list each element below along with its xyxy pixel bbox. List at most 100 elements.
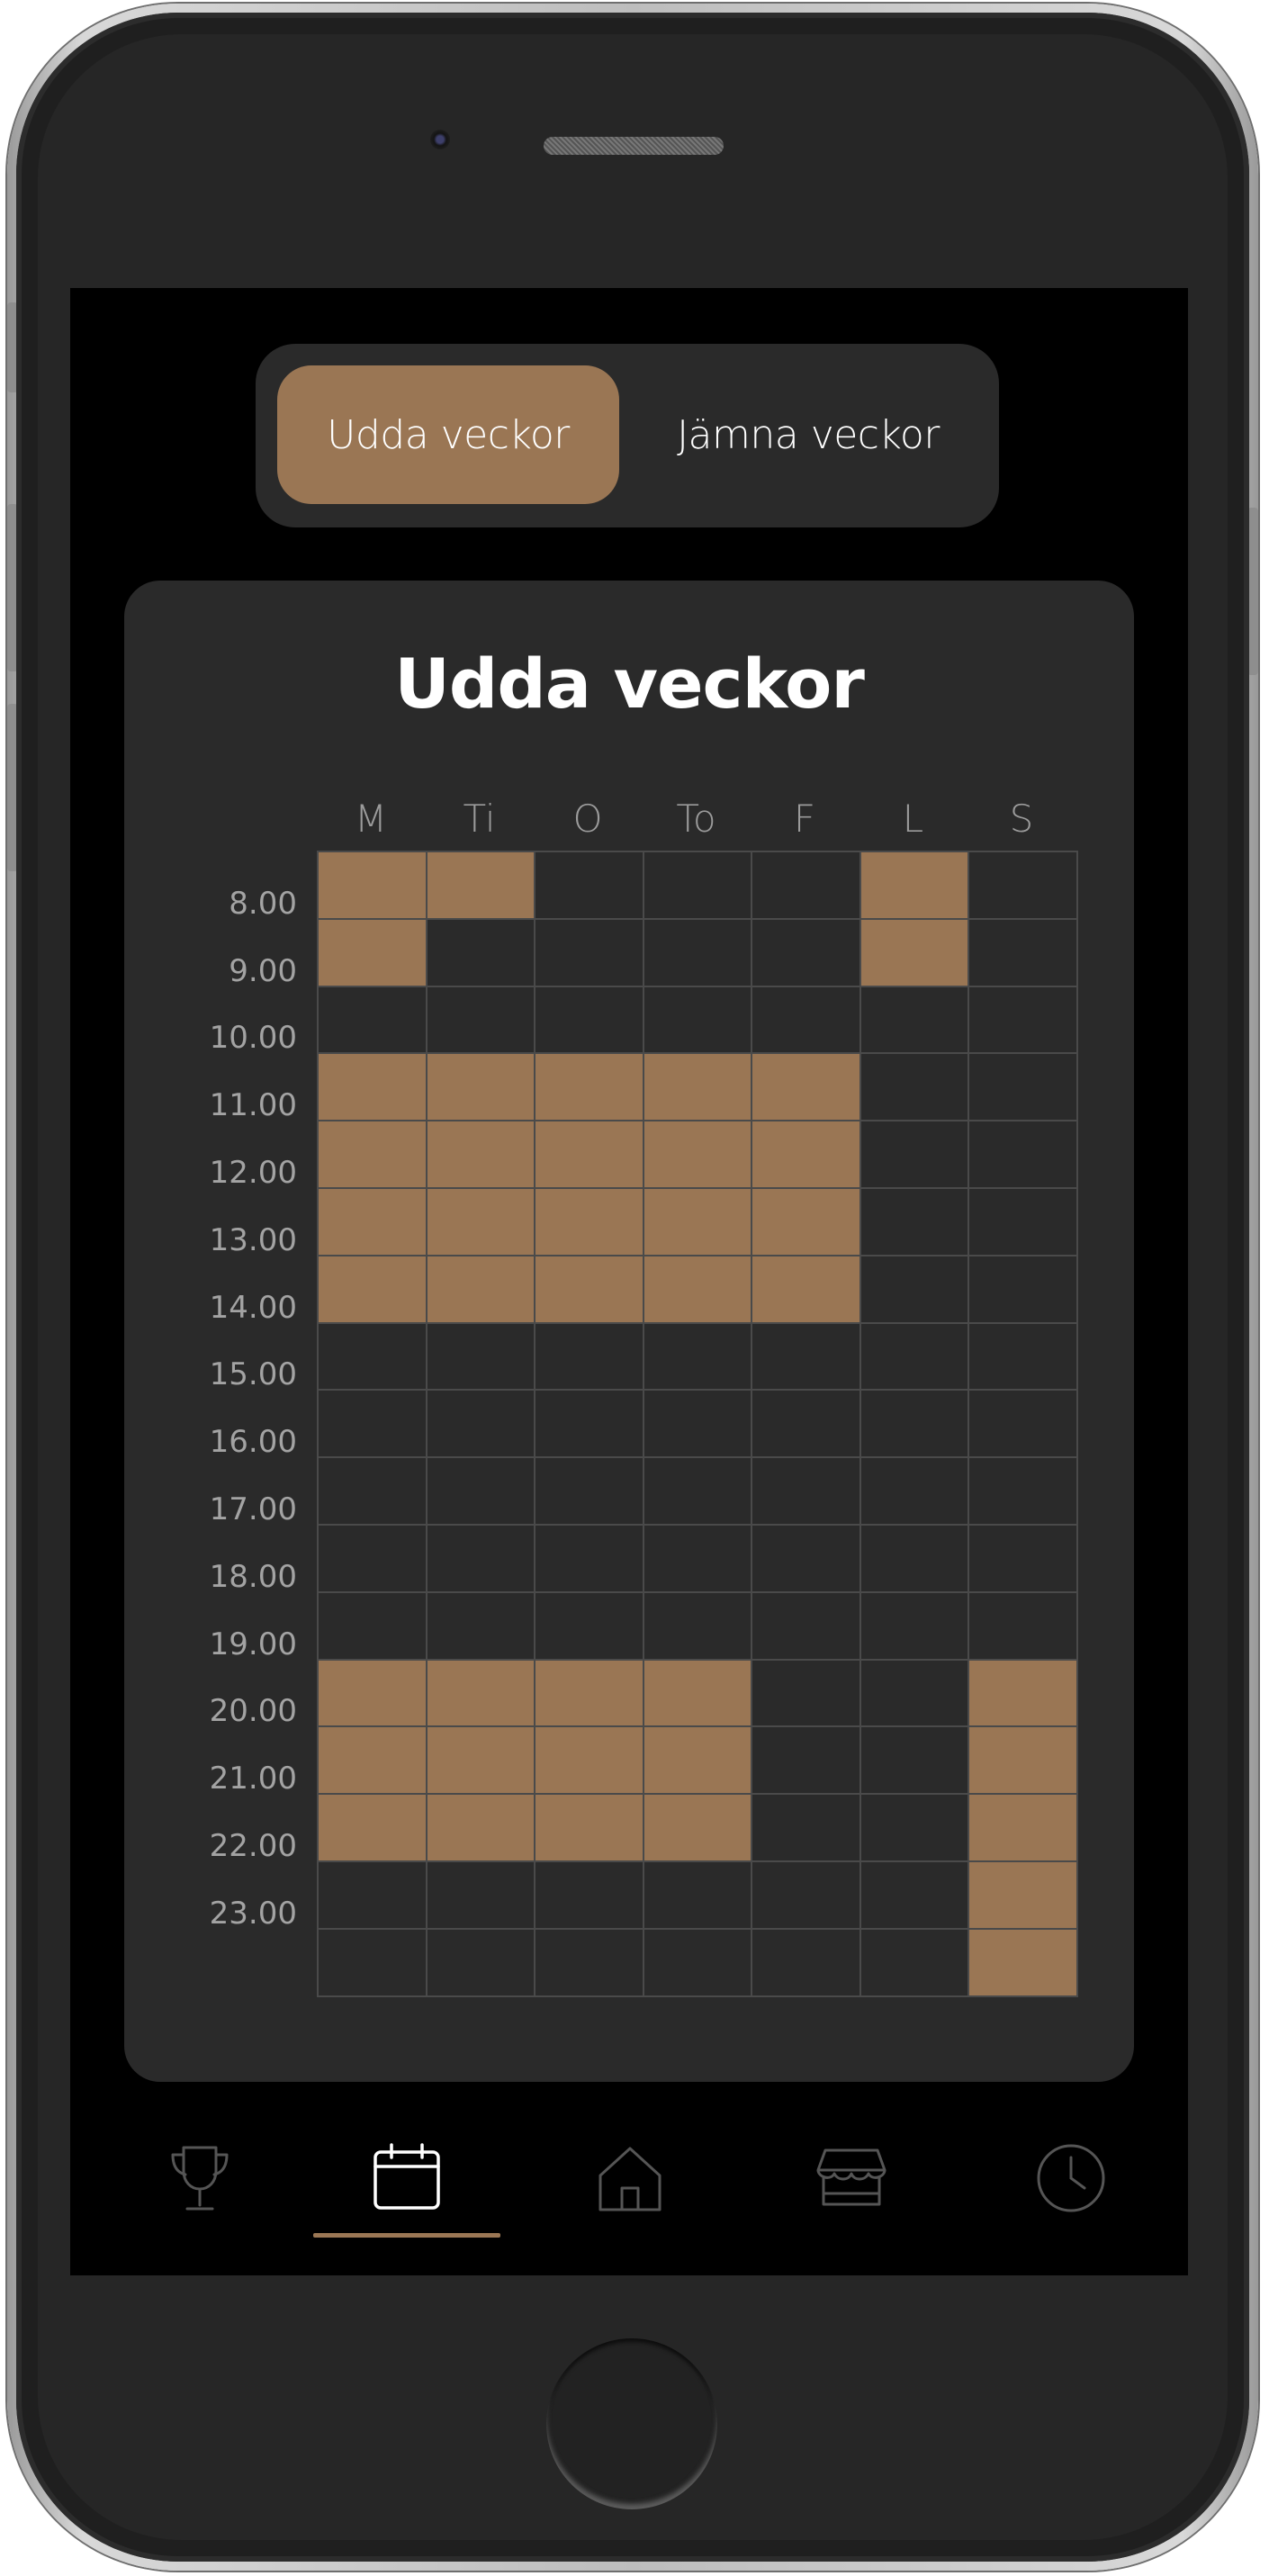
schedule-cell[interactable] [534,1456,644,1526]
schedule-cell[interactable] [751,1860,861,1930]
schedule-cell[interactable] [751,1389,861,1459]
schedule-cell-booked[interactable] [317,1120,428,1189]
schedule-cell[interactable] [859,1927,969,1997]
schedule-cell[interactable] [642,1927,752,1997]
schedule-cell[interactable] [968,1254,1078,1324]
schedule-cell[interactable] [968,1120,1078,1189]
schedule-cell[interactable] [968,917,1078,987]
schedule-cell[interactable] [317,1456,428,1526]
schedule-cell[interactable] [859,1793,969,1862]
schedule-cell[interactable] [859,1860,969,1930]
schedule-cell-booked[interactable] [642,1254,752,1324]
schedule-cell[interactable] [534,1321,644,1392]
schedule-cell[interactable] [534,917,644,987]
schedule-cell-booked[interactable] [425,851,536,920]
schedule-cell[interactable] [642,1389,752,1459]
schedule-cell[interactable] [968,1590,1078,1661]
schedule-cell-booked[interactable] [751,1120,861,1189]
schedule-cell[interactable] [859,1524,969,1593]
schedule-cell[interactable] [317,1321,428,1392]
schedule-cell-booked[interactable] [317,851,428,920]
schedule-cell[interactable] [751,1793,861,1862]
schedule-cell-booked[interactable] [968,1658,1078,1728]
schedule-cell[interactable] [968,1389,1078,1459]
schedule-cell-booked[interactable] [534,1725,644,1796]
schedule-cell[interactable] [642,1590,752,1661]
schedule-cell-booked[interactable] [751,1187,861,1256]
schedule-cell-booked[interactable] [425,1187,536,1256]
schedule-cell[interactable] [425,985,536,1055]
schedule-cell[interactable] [968,1524,1078,1593]
schedule-cell-booked[interactable] [642,1658,752,1728]
schedule-cell[interactable] [751,1590,861,1661]
nav-clock[interactable] [1017,2124,1125,2232]
schedule-cell-booked[interactable] [317,1052,428,1122]
schedule-cell[interactable] [425,917,536,987]
odd-weeks-tab[interactable]: Udda veckor [277,365,619,504]
schedule-cell-booked[interactable] [317,917,428,987]
schedule-cell-booked[interactable] [968,1793,1078,1862]
schedule-cell[interactable] [534,851,644,920]
nav-store[interactable] [797,2124,905,2232]
schedule-cell-booked[interactable] [968,1725,1078,1796]
schedule-cell[interactable] [534,1389,644,1459]
schedule-cell-booked[interactable] [425,1658,536,1728]
schedule-cell-booked[interactable] [317,1187,428,1256]
schedule-cell-booked[interactable] [425,1793,536,1862]
schedule-cell-booked[interactable] [534,1254,644,1324]
schedule-cell-booked[interactable] [859,851,969,920]
schedule-cell[interactable] [317,1590,428,1661]
nav-calendar[interactable] [353,2124,461,2232]
schedule-cell-booked[interactable] [317,1793,428,1862]
schedule-cell-booked[interactable] [317,1658,428,1728]
schedule-cell[interactable] [859,1456,969,1526]
schedule-cell[interactable] [859,1590,969,1661]
schedule-cell-booked[interactable] [534,1793,644,1862]
schedule-cell[interactable] [751,917,861,987]
schedule-cell-booked[interactable] [425,1052,536,1122]
schedule-cell[interactable] [968,1321,1078,1392]
schedule-cell[interactable] [751,1321,861,1392]
schedule-cell-booked[interactable] [317,1254,428,1324]
schedule-cell[interactable] [534,1860,644,1930]
schedule-cell[interactable] [751,1725,861,1796]
schedule-cell-booked[interactable] [534,1120,644,1189]
schedule-cell[interactable] [642,1860,752,1930]
schedule-cell-booked[interactable] [642,1120,752,1189]
schedule-cell[interactable] [317,1389,428,1459]
schedule-cell[interactable] [534,1590,644,1661]
schedule-cell[interactable] [968,1456,1078,1526]
schedule-cell-booked[interactable] [317,1725,428,1796]
schedule-cell[interactable] [425,1927,536,1997]
schedule-cell[interactable] [642,985,752,1055]
schedule-cell[interactable] [859,1120,969,1189]
schedule-cell[interactable] [425,1321,536,1392]
schedule-cell-booked[interactable] [642,1052,752,1122]
schedule-cell-booked[interactable] [859,917,969,987]
schedule-cell-booked[interactable] [425,1254,536,1324]
schedule-cell-booked[interactable] [968,1860,1078,1930]
schedule-cell[interactable] [968,851,1078,920]
schedule-cell[interactable] [642,851,752,920]
schedule-cell-booked[interactable] [534,1658,644,1728]
schedule-cell-booked[interactable] [534,1187,644,1256]
schedule-cell[interactable] [425,1456,536,1526]
schedule-cell[interactable] [751,1524,861,1593]
schedule-cell[interactable] [859,1052,969,1122]
schedule-cell[interactable] [859,1187,969,1256]
schedule-cell[interactable] [968,985,1078,1055]
nav-home[interactable] [576,2124,684,2232]
schedule-cell[interactable] [425,1860,536,1930]
schedule-cell[interactable] [317,985,428,1055]
schedule-cell[interactable] [642,917,752,987]
schedule-cell-booked[interactable] [425,1120,536,1189]
schedule-cell[interactable] [425,1389,536,1459]
schedule-cell[interactable] [751,1658,861,1728]
schedule-cell[interactable] [859,1658,969,1728]
schedule-cell-booked[interactable] [751,1254,861,1324]
schedule-cell[interactable] [534,1524,644,1593]
schedule-cell[interactable] [317,1860,428,1930]
schedule-cell[interactable] [751,851,861,920]
schedule-cell-booked[interactable] [642,1725,752,1796]
schedule-cell-booked[interactable] [642,1187,752,1256]
